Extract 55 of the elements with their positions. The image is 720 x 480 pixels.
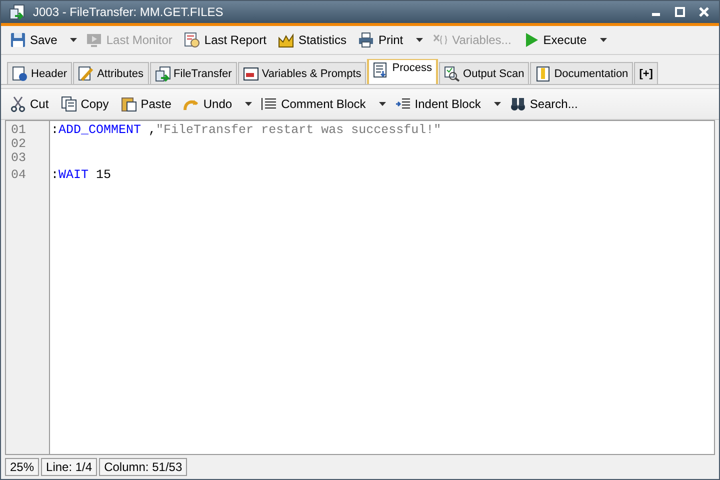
toolbar-button[interactable]: Indent Block — [392, 94, 484, 114]
line-number: 03 — [11, 151, 26, 165]
variables-window-icon — [242, 66, 259, 82]
status-field: Column: 51/53 — [99, 458, 188, 476]
play-icon — [523, 32, 540, 48]
toolbar-button[interactable]: Paste — [118, 94, 174, 114]
copy-icon — [60, 96, 77, 112]
caret-icon[interactable] — [416, 38, 424, 42]
line-number: 02 — [11, 137, 26, 151]
file-transfer-icon — [154, 66, 171, 82]
code-line: :WAIT 15 — [51, 168, 112, 182]
close-icon[interactable] — [699, 7, 709, 17]
tab[interactable]: Documentation — [530, 62, 634, 84]
toolbar-button[interactable]: Save — [7, 30, 60, 50]
toolbar-button[interactable]: Execute — [520, 30, 590, 50]
file-transfer-icon — [9, 4, 25, 20]
info-document-icon — [12, 66, 28, 82]
printer-icon — [358, 32, 374, 48]
tab[interactable]: Output Scan — [439, 62, 530, 84]
line-number: 04 — [11, 168, 26, 182]
process-list-icon — [373, 62, 390, 78]
toolbar-button[interactable]: Search... — [506, 94, 581, 114]
tab[interactable]: [+] — [634, 62, 658, 84]
tab[interactable]: Attributes — [73, 62, 149, 84]
caret-icon[interactable] — [600, 38, 607, 42]
magnifier-icon — [444, 66, 460, 82]
scissors-icon — [10, 96, 26, 112]
code-editor[interactable]: 01 02 03 04 :ADD_COMMENT ,"FileTransfer restart was successful!" :WAIT 15 — [5, 120, 715, 455]
tab[interactable]: Variables & Prompts — [238, 62, 366, 84]
tab[interactable]: FileTransfer — [150, 62, 237, 84]
pencil-icon — [78, 66, 94, 82]
caret-icon[interactable] — [494, 102, 501, 106]
status-field: Line: 1/4 — [41, 458, 98, 476]
toolbar-button[interactable]: Cut — [7, 94, 52, 114]
toolbar-button[interactable]: Undo — [180, 94, 236, 114]
tab[interactable]: Process — [367, 59, 438, 84]
toolbar-button[interactable]: Statistics — [275, 30, 350, 50]
monitor-icon — [86, 32, 102, 48]
toolbar-button[interactable]: Last Report — [181, 30, 270, 50]
window-title: J003 - FileTransfer: MM.GET.FILES — [33, 5, 224, 19]
toolbar-button[interactable]: Comment Block — [258, 94, 369, 114]
comment-lines-icon — [261, 96, 278, 112]
clipboard-icon — [120, 96, 137, 112]
status-field: 25% — [5, 458, 40, 476]
maximize-icon[interactable] — [675, 7, 685, 17]
save-icon — [10, 32, 26, 48]
book-icon — [535, 66, 552, 82]
caret-icon[interactable] — [70, 38, 78, 42]
line-number: 01 — [11, 123, 26, 137]
toolbar-button[interactable]: Copy — [58, 94, 112, 114]
toolbar-button[interactable]: Print — [355, 30, 406, 50]
caret-icon[interactable] — [245, 102, 252, 106]
code-line: :ADD_COMMENT ,"FileTransfer restart was successful!" — [51, 123, 442, 137]
tab[interactable]: Header — [7, 62, 72, 84]
caret-icon[interactable] — [378, 102, 386, 106]
